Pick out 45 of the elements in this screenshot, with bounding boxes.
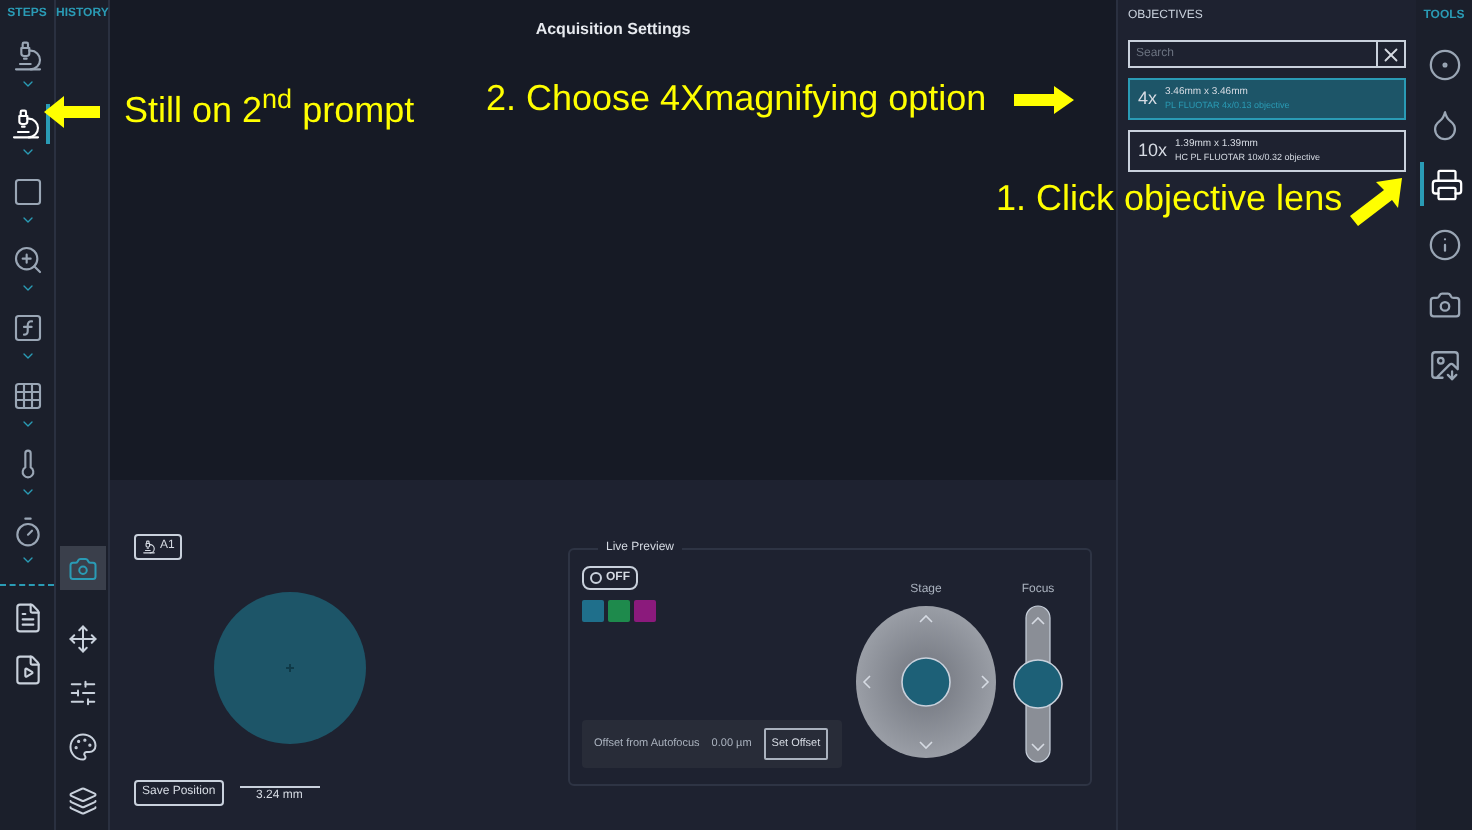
close-icon — [1380, 43, 1402, 65]
channel-swatch[interactable] — [608, 600, 630, 622]
focus-thumb[interactable] — [1013, 659, 1063, 709]
video-document-icon — [11, 654, 43, 686]
chevron-icon — [19, 552, 35, 568]
square-icon — [11, 176, 43, 208]
move-icon — [67, 623, 97, 653]
annotation-text: 2. Choose 4Xmagnifying option — [486, 76, 987, 122]
chevron-icon — [19, 76, 35, 92]
chevron-icon — [19, 212, 35, 228]
channel-swatch[interactable] — [582, 600, 604, 622]
magnification-text: 4x — [1138, 85, 1158, 112]
chevron-icon — [19, 484, 35, 500]
grid-icon — [11, 380, 43, 412]
stage-joystick[interactable] — [854, 604, 998, 760]
arrow-annotation — [1014, 85, 1075, 113]
circle-icon — [1427, 47, 1461, 81]
microscope-icon — [142, 540, 156, 554]
camera-icon — [1427, 287, 1461, 321]
annotation-text: Still on 2$^{nd}$ prompt — [124, 84, 415, 134]
annotation-text: 1. Click objective lens — [996, 176, 1343, 222]
arrow-annotation — [44, 95, 100, 127]
chevron-icon — [19, 416, 35, 432]
camera-icon — [67, 553, 97, 583]
palette-icon — [67, 731, 97, 761]
tool-button[interactable] — [1420, 162, 1468, 206]
magnifier-icon — [11, 244, 43, 276]
image-download-icon — [1427, 347, 1461, 381]
channel-swatch[interactable] — [634, 600, 656, 622]
layers-icon — [67, 785, 97, 815]
info-icon — [1427, 227, 1461, 261]
chevron-icon — [19, 144, 35, 160]
chevron-icon — [19, 348, 35, 364]
arrow-annotation — [1350, 178, 1403, 226]
sliders-icon — [67, 677, 97, 707]
magnification-text: 10x — [1138, 137, 1168, 164]
chevron-icon — [19, 280, 35, 296]
window-title: Acquisition Settings — [533, 18, 693, 42]
chevron-icon — [1031, 616, 1045, 752]
clear-search-button[interactable] — [1378, 40, 1406, 68]
function-icon — [11, 312, 43, 344]
timer-icon — [11, 516, 43, 548]
microscope-icon — [9, 108, 41, 140]
microscope-icon — [11, 40, 43, 72]
document-icon — [11, 602, 43, 634]
